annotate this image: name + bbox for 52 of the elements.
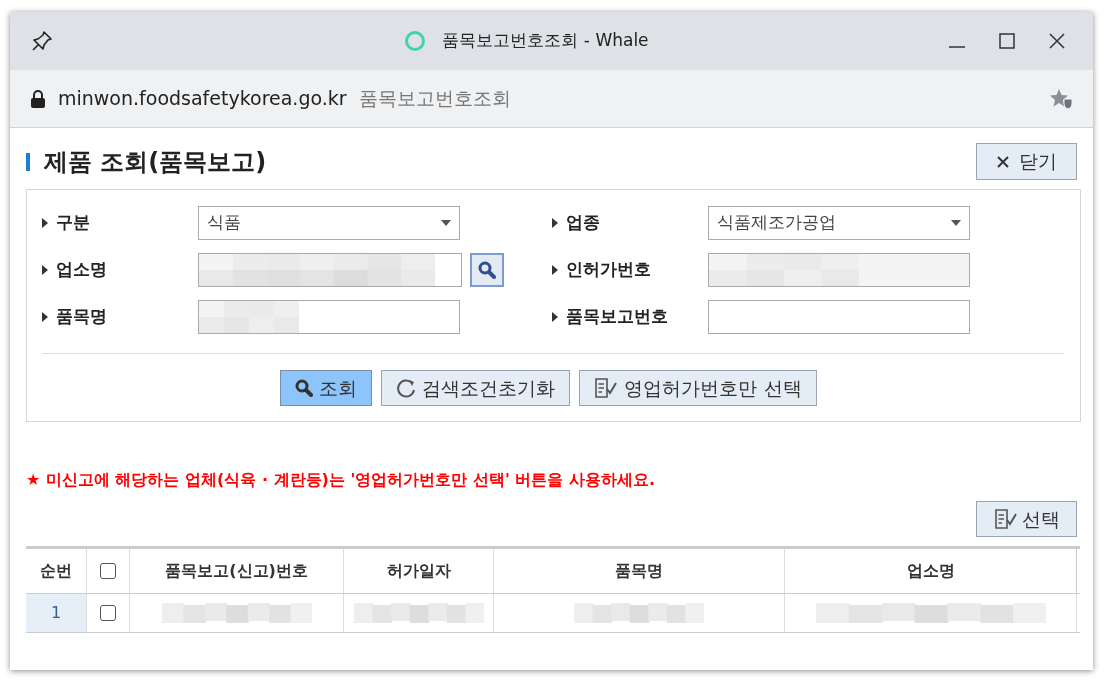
page-title: 품목보고번호조회: [358, 86, 512, 112]
bullet-icon: [42, 265, 48, 275]
close-button[interactable]: 닫기: [976, 143, 1077, 180]
field-label: 업종: [566, 211, 600, 235]
input-field[interactable]: [708, 253, 970, 287]
column-header: 순번: [40, 560, 72, 582]
field-label: 품목명: [56, 305, 107, 329]
field-label: 구분: [56, 211, 90, 235]
input-field[interactable]: [708, 300, 970, 334]
field-label: 인허가번호: [566, 258, 651, 282]
field-label: 업소명: [56, 258, 107, 282]
caret-icon: [951, 220, 961, 226]
notice-text: ★ 미신고에 해당하는 업체(식육 · 계란등)는 '영업허가번호만 선택' 버튼을 사용하세요.: [26, 469, 657, 491]
url-text[interactable]: minwon.foodsafetykorea.go.kr: [58, 84, 347, 113]
reset-button[interactable]: 검색조건초기화: [381, 370, 571, 406]
bullet-icon: [42, 312, 48, 322]
checkbox[interactable]: [100, 605, 116, 621]
row-number: 1: [50, 602, 62, 624]
field-label: 품목보고번호: [566, 305, 668, 329]
page-heading: 제품 조회(품목보고): [44, 146, 267, 178]
search-icon: [478, 261, 496, 279]
column-header: 업소명: [906, 560, 955, 582]
bullet-icon: [42, 218, 48, 228]
maximize-icon[interactable]: [999, 33, 1015, 49]
pin-icon[interactable]: [30, 29, 54, 53]
input-field[interactable]: [198, 300, 460, 334]
caret-icon: [441, 220, 451, 226]
close-icon[interactable]: [1049, 33, 1065, 49]
lock-icon: [30, 89, 46, 108]
input-field[interactable]: [198, 253, 462, 287]
checkbox[interactable]: [100, 563, 116, 579]
document-check-icon: [993, 509, 1018, 529]
column-header: 품목보고(신고)번호: [165, 560, 308, 582]
search-button[interactable]: 조회: [280, 370, 373, 406]
dropdown[interactable]: 식품: [198, 206, 460, 240]
document-check-icon: [594, 378, 619, 398]
select-button[interactable]: 영업허가번호만 선택: [579, 370, 817, 406]
column-header: 허가일자: [386, 560, 451, 582]
refresh-icon: [396, 378, 417, 398]
select-button[interactable]: 선택: [976, 501, 1077, 537]
bullet-icon: [552, 265, 558, 275]
star-shield-icon[interactable]: [1049, 87, 1073, 110]
window-title: 품목보고번호조회 - Whale: [442, 29, 649, 53]
loading-icon: [404, 30, 427, 52]
bullet-icon: [552, 218, 558, 228]
close-icon: [996, 155, 1009, 168]
bullet-icon: [552, 312, 558, 322]
heading-marker: [26, 152, 30, 171]
search-icon: [295, 379, 314, 397]
dropdown[interactable]: 식품제조가공업: [708, 206, 970, 240]
column-header: 품목명: [615, 560, 663, 582]
search-button[interactable]: [470, 253, 504, 287]
